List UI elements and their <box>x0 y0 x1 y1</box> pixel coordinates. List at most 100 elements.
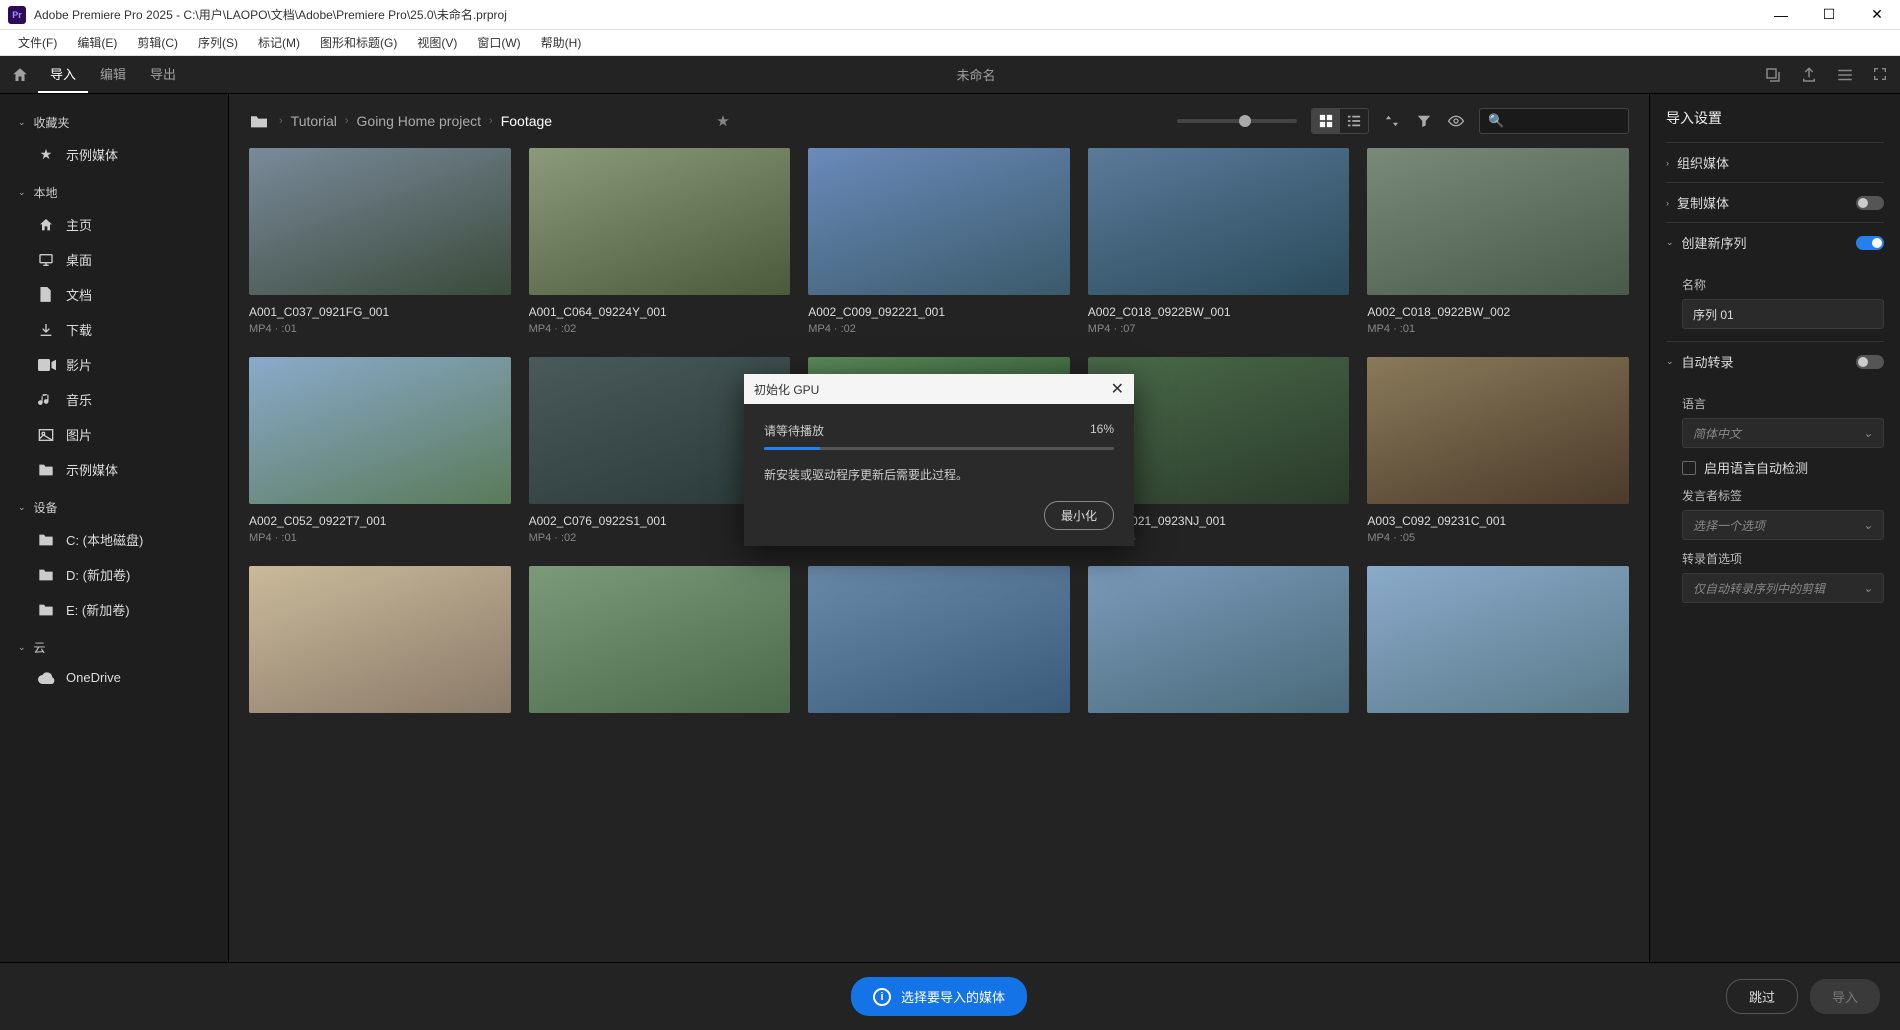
menu-item[interactable]: 图形和标题(G) <box>312 32 405 53</box>
media-item[interactable]: A002_C018_0922BW_002MP4 · :01 <box>1367 148 1629 335</box>
menu-item[interactable]: 窗口(W) <box>469 32 528 53</box>
media-item[interactable]: A002_C009_092221_001MP4 · :02 <box>808 148 1070 335</box>
sidebar-item[interactable]: 文档 <box>0 277 228 312</box>
breadcrumb-segment[interactable]: Tutorial <box>291 113 337 129</box>
skip-button[interactable]: 跳过 <box>1726 979 1798 1014</box>
select-media-info-button[interactable]: i 选择要导入的媒体 <box>851 977 1027 1016</box>
sidebar-section-header[interactable]: ⌄本地 <box>0 178 228 207</box>
sidebar-item[interactable]: 下载 <box>0 312 228 347</box>
dialog-title: 初始化 GPU <box>754 381 819 398</box>
thumbnail-zoom-slider[interactable] <box>1177 119 1297 123</box>
sidebar-item-label: 图片 <box>66 425 92 444</box>
maximize-button[interactable]: ☐ <box>1814 5 1844 25</box>
minimize-button[interactable]: — <box>1766 5 1796 25</box>
language-detect-checkbox[interactable]: 启用语言自动检测 <box>1682 458 1884 477</box>
sidebar-item[interactable]: 桌面 <box>0 242 228 277</box>
fullscreen-icon[interactable] <box>1872 66 1890 84</box>
sidebar-section-header[interactable]: ⌄设备 <box>0 493 228 522</box>
auto-transcribe-toggle[interactable] <box>1856 355 1884 369</box>
workspace-tab[interactable]: 编辑 <box>88 56 138 93</box>
folder-icon[interactable] <box>249 113 269 129</box>
speaker-select[interactable]: 选择一个选项⌄ <box>1682 510 1884 540</box>
media-item[interactable]: A001_C064_09224Y_001MP4 · :02 <box>529 148 791 335</box>
auto-transcribe-section[interactable]: ⌄自动转录 <box>1666 341 1884 381</box>
sidebar-item-label: 示例媒体 <box>66 460 118 479</box>
eye-icon[interactable] <box>1447 115 1465 127</box>
share-icon[interactable] <box>1800 66 1818 84</box>
media-thumbnail <box>1367 566 1629 713</box>
search-input[interactable]: 🔍 <box>1479 108 1629 134</box>
menu-item[interactable]: 文件(F) <box>10 32 65 53</box>
media-name: A001_C064_09224Y_001 <box>529 305 791 319</box>
list-view-button[interactable] <box>1340 109 1368 133</box>
media-item[interactable] <box>249 566 511 723</box>
sidebar-item[interactable]: D: (新加卷) <box>0 557 228 592</box>
favorite-star-icon[interactable]: ★ <box>716 112 729 130</box>
workspace-tab[interactable]: 导入 <box>38 56 88 93</box>
quick-export-icon[interactable] <box>1764 66 1782 84</box>
language-select[interactable]: 简体中文⌄ <box>1682 418 1884 448</box>
create-sequence-section[interactable]: ⌄创建新序列 <box>1666 222 1884 262</box>
sidebar-item[interactable]: 示例媒体 <box>0 452 228 487</box>
organize-media-section[interactable]: ›组织媒体 <box>1666 142 1884 182</box>
menu-item[interactable]: 编辑(E) <box>69 32 125 53</box>
sidebar-item[interactable]: ★示例媒体 <box>0 137 228 172</box>
copy-media-toggle[interactable] <box>1856 196 1884 210</box>
media-item[interactable] <box>529 566 791 723</box>
checkbox-icon <box>1682 461 1696 475</box>
chevron-down-icon: ⌄ <box>18 187 26 198</box>
media-item[interactable]: A001_C037_0921FG_001MP4 · :01 <box>249 148 511 335</box>
progress-bar <box>764 447 1114 450</box>
grid-view-button[interactable] <box>1312 109 1340 133</box>
sidebar-item[interactable]: OneDrive <box>0 662 228 693</box>
sort-icon[interactable] <box>1383 114 1401 128</box>
sidebar-item[interactable]: C: (本地磁盘) <box>0 522 228 557</box>
search-icon: 🔍 <box>1488 113 1504 129</box>
info-icon: i <box>873 988 891 1006</box>
menu-item[interactable]: 视图(V) <box>409 32 465 53</box>
breadcrumb-segment[interactable]: Going Home project <box>357 113 482 129</box>
dialog-minimize-button[interactable]: 最小化 <box>1044 501 1114 530</box>
menu-item[interactable]: 剪辑(C) <box>129 32 186 53</box>
sidebar-section-header[interactable]: ⌄云 <box>0 633 228 662</box>
sequence-name-input[interactable] <box>1682 299 1884 329</box>
sidebar-item[interactable]: 影片 <box>0 347 228 382</box>
sidebar-item[interactable]: 主页 <box>0 207 228 242</box>
dialog-percent: 16% <box>1090 422 1114 439</box>
menu-item[interactable]: 序列(S) <box>190 32 246 53</box>
sidebar-section-header[interactable]: ⌄收藏夹 <box>0 108 228 137</box>
media-thumbnail <box>249 566 511 713</box>
cloud-icon <box>38 672 54 684</box>
workspace-menu-icon[interactable] <box>1836 66 1854 84</box>
copy-media-section[interactable]: ›复制媒体 <box>1666 182 1884 222</box>
media-item[interactable] <box>1367 566 1629 723</box>
music-icon <box>38 392 54 408</box>
close-button[interactable]: ✕ <box>1862 5 1892 25</box>
app-icon: Pr <box>8 6 26 24</box>
media-item[interactable] <box>808 566 1070 723</box>
breadcrumb-segment[interactable]: Footage <box>501 113 552 129</box>
menu-item[interactable]: 帮助(H) <box>533 32 590 53</box>
filter-icon[interactable] <box>1415 114 1433 128</box>
media-item[interactable]: A002_C052_0922T7_001MP4 · :01 <box>249 357 511 544</box>
create-sequence-toggle[interactable] <box>1856 236 1884 250</box>
import-settings-panel: 导入设置 ›组织媒体 ›复制媒体 ⌄创建新序列 名称 ⌄自动转录 语言 <box>1650 94 1900 962</box>
dialog-close-button[interactable]: ✕ <box>1111 379 1124 399</box>
home-icon[interactable] <box>10 65 30 85</box>
media-name: A002_C009_092221_001 <box>808 305 1070 319</box>
workspace-tab[interactable]: 导出 <box>138 56 188 93</box>
sidebar-item[interactable]: E: (新加卷) <box>0 592 228 627</box>
media-item[interactable] <box>1088 566 1350 723</box>
media-item[interactable]: A003_C092_09231C_001MP4 · :05 <box>1367 357 1629 544</box>
menubar: 文件(F)编辑(E)剪辑(C)序列(S)标记(M)图形和标题(G)视图(V)窗口… <box>0 30 1900 56</box>
media-thumbnail <box>529 566 791 713</box>
import-button: 导入 <box>1810 979 1880 1014</box>
transcribe-pref-select[interactable]: 仅自动转录序列中的剪辑⌄ <box>1682 573 1884 603</box>
media-item[interactable]: A002_C018_0922BW_001MP4 · :07 <box>1088 148 1350 335</box>
workspace-bar: 导入编辑导出 未命名 <box>0 56 1900 94</box>
sidebar-item[interactable]: 音乐 <box>0 382 228 417</box>
speaker-label: 发言者标签 <box>1682 487 1884 504</box>
menu-item[interactable]: 标记(M) <box>250 32 308 53</box>
sidebar-item[interactable]: 图片 <box>0 417 228 452</box>
media-thumbnail <box>1088 148 1350 295</box>
